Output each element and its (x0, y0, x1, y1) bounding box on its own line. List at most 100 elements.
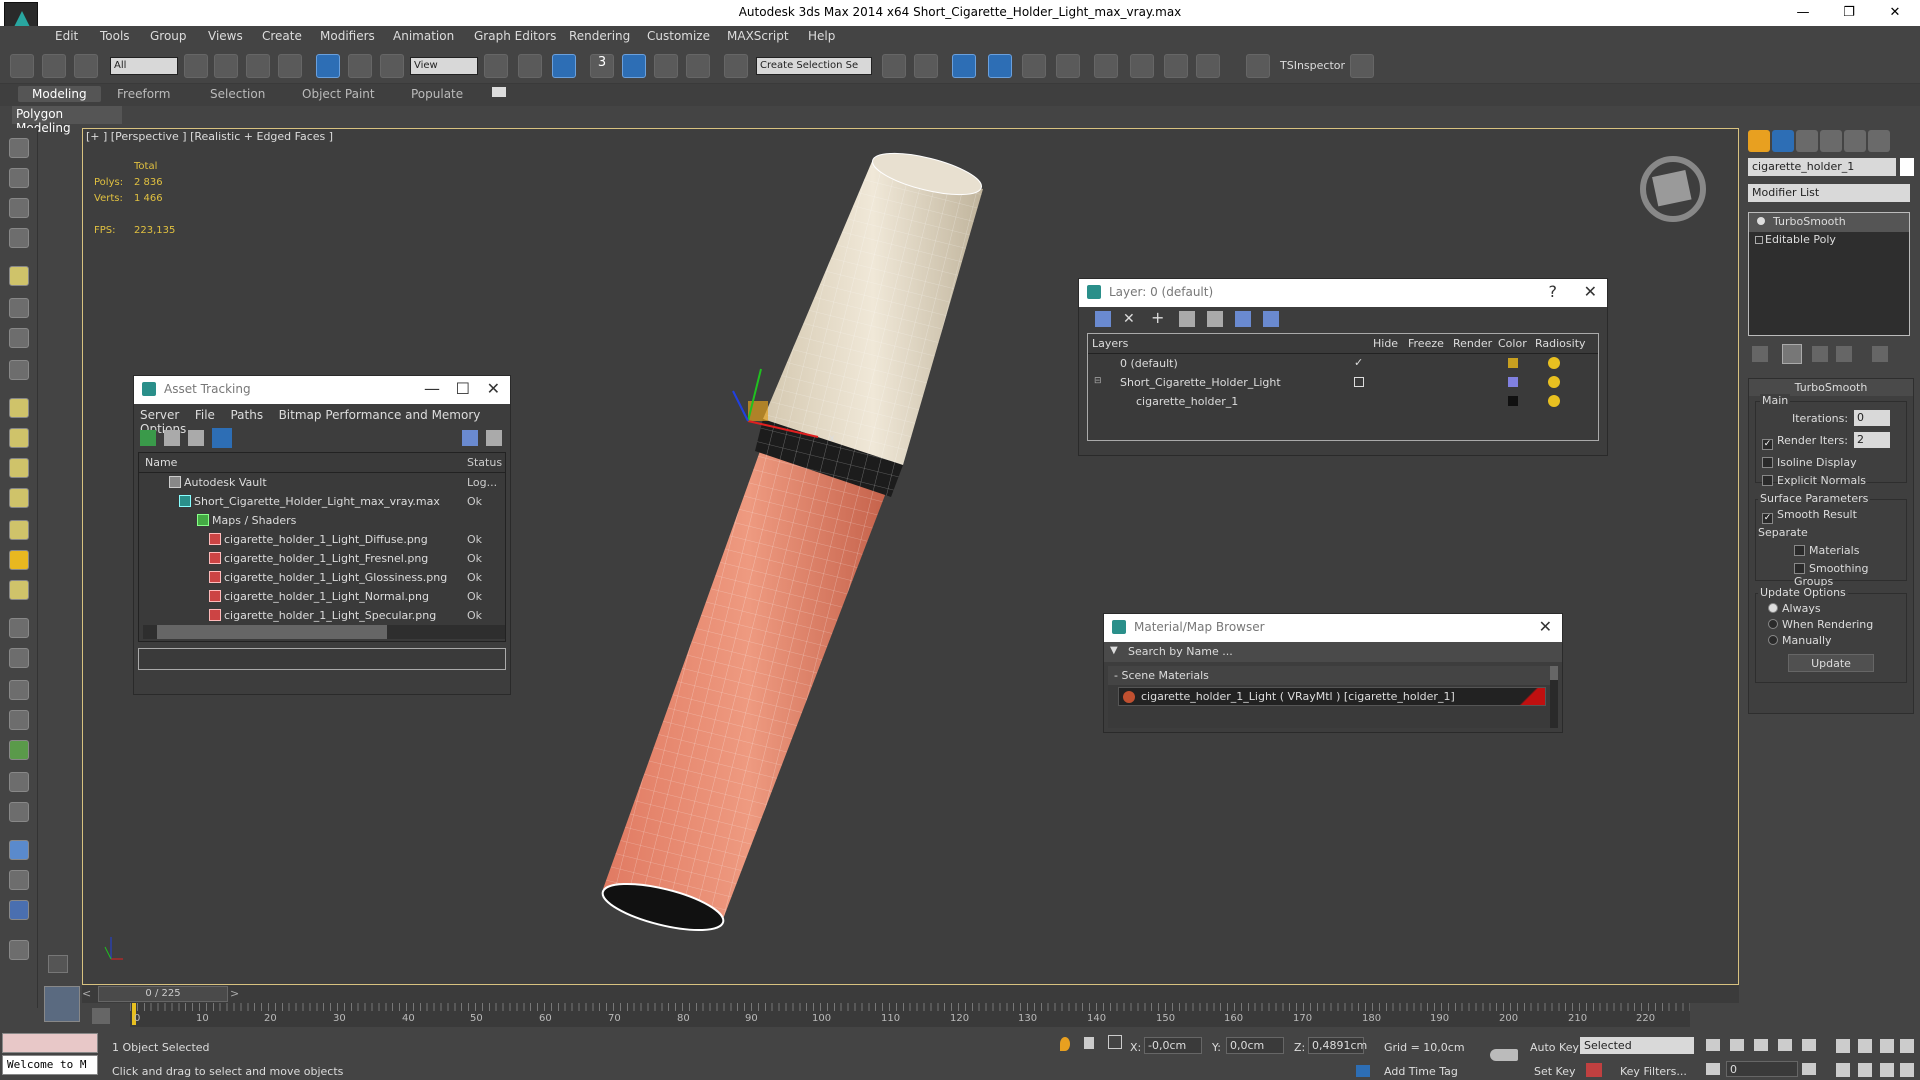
select-by-name-icon[interactable] (214, 54, 238, 78)
time-tag-icon[interactable] (1356, 1065, 1370, 1077)
object-color-swatch[interactable] (1900, 158, 1914, 176)
bind-spacewarp-icon[interactable] (74, 54, 98, 78)
sphere-icon[interactable] (9, 458, 29, 478)
hide-all-icon[interactable] (1235, 311, 1251, 327)
menu-help[interactable]: Help (808, 29, 835, 43)
object-name-field[interactable]: cigarette_holder_1 (1748, 158, 1896, 176)
search-options-icon[interactable]: ▼ (1110, 645, 1118, 656)
teapot-icon[interactable] (9, 138, 29, 158)
explicit-normals-checkbox[interactable]: Explicit Normals (1762, 474, 1866, 487)
sun-icon[interactable] (9, 550, 29, 570)
current-frame-field[interactable]: 0 (1726, 1061, 1798, 1077)
asset-tracking-titlebar[interactable]: Asset Tracking — ☐ ✕ (134, 376, 510, 404)
restore-button[interactable]: ❐ (1826, 2, 1872, 24)
modify-tab-icon[interactable] (1772, 130, 1794, 152)
pin-stack-icon[interactable] (1752, 346, 1768, 362)
tab-modeling[interactable]: Modeling (18, 86, 101, 102)
render-iters-checkbox[interactable]: ✓ Render Iters: (1762, 434, 1848, 450)
material-item[interactable]: cigarette_holder_1_Light ( VRayMtl ) [ci… (1118, 687, 1546, 706)
rect-selection-icon[interactable] (246, 54, 270, 78)
col-color[interactable]: Color (1498, 337, 1527, 350)
asset-path-field[interactable] (138, 648, 506, 670)
go-to-end-icon[interactable] (1802, 1039, 1816, 1051)
asset-menu-bitmap[interactable]: Bitmap Performance and Memory (279, 408, 481, 422)
col-hide[interactable]: Hide (1373, 337, 1398, 350)
auto-key-button[interactable]: Auto Key (1530, 1041, 1579, 1054)
add-to-layer-icon[interactable]: + (1151, 310, 1167, 327)
compound-icon[interactable] (9, 648, 29, 668)
particle-icon[interactable] (9, 618, 29, 638)
layer-color-swatch[interactable] (1508, 358, 1518, 368)
help-icon[interactable] (462, 430, 478, 446)
stack-item-turbosmooth[interactable]: TurboSmooth (1749, 213, 1909, 232)
viewcube-icon[interactable] (1640, 156, 1706, 222)
schematic-view-icon[interactable] (1056, 54, 1080, 78)
maxscript-listener-top[interactable] (2, 1033, 98, 1053)
radiosity-icon[interactable] (1548, 357, 1560, 369)
hair-icon[interactable] (9, 772, 29, 792)
grid-icon[interactable] (9, 228, 29, 248)
material-scrollbar[interactable] (1550, 666, 1558, 728)
asset-row[interactable]: cigarette_holder_1_Light_Glossiness.png O… (139, 568, 505, 587)
utility-icon[interactable] (9, 870, 29, 890)
tab-object-paint[interactable]: Object Paint (302, 87, 375, 101)
expand-box-icon[interactable] (1755, 236, 1763, 244)
modifier-list-dropdown[interactable]: Modifier List (1748, 184, 1910, 202)
layer-color-swatch[interactable] (1508, 396, 1518, 406)
asset-menu-file[interactable]: File (195, 408, 215, 422)
layer-color-swatch[interactable] (1508, 377, 1518, 387)
render-sphere-icon[interactable] (9, 840, 29, 860)
shape-icon[interactable] (9, 680, 29, 700)
col-layers[interactable]: Layers (1092, 337, 1128, 350)
menu-maxscript[interactable]: MAXScript (727, 29, 789, 43)
graphite-icon[interactable] (9, 168, 29, 188)
active-check-icon[interactable]: ✓ (1354, 356, 1363, 369)
material-search-input[interactable]: Search by Name ... (1128, 645, 1233, 658)
keyboard-shortcut-icon[interactable] (552, 54, 576, 78)
hierarchy-tab-icon[interactable] (1796, 130, 1818, 152)
utilities-tab-icon[interactable] (1868, 130, 1890, 152)
materials-checkbox[interactable]: Materials (1794, 544, 1859, 557)
field-of-view-icon[interactable] (1836, 1063, 1850, 1077)
selection-filter-dropdown[interactable]: All (110, 57, 178, 75)
camera-icon[interactable] (9, 298, 29, 318)
time-slider-thumb[interactable]: 0 / 225 (98, 986, 228, 1002)
list-view-icon[interactable] (164, 430, 180, 446)
select-object-icon[interactable] (184, 54, 208, 78)
make-unique-icon[interactable] (1812, 346, 1828, 362)
tab-freeform[interactable]: Freeform (117, 87, 170, 101)
absolute-mode-icon[interactable] (1108, 1035, 1122, 1049)
box-icon[interactable] (9, 398, 29, 418)
maximize-viewport-icon[interactable] (1900, 1063, 1914, 1077)
named-selection-dropdown[interactable]: Create Selection Se (756, 57, 872, 75)
asset-close-button[interactable]: ✕ (487, 379, 500, 398)
angle-snap-icon[interactable] (622, 54, 646, 78)
gear-icon[interactable] (9, 710, 29, 730)
highlight-layer-icon[interactable] (1207, 311, 1223, 327)
render-production-icon[interactable] (1196, 54, 1220, 78)
material-browser-close-button[interactable]: ✕ (1539, 617, 1552, 636)
settings-icon[interactable] (486, 430, 502, 446)
layer-manager-icon[interactable] (952, 54, 976, 78)
spinner-snap-icon[interactable] (686, 54, 710, 78)
display-tab-icon[interactable] (1844, 130, 1866, 152)
dome-icon[interactable] (9, 428, 29, 448)
zoom-extents-icon[interactable] (1880, 1039, 1894, 1053)
freeze-all-icon[interactable] (1263, 311, 1279, 327)
asset-row[interactable]: Short_Cigarette_Holder_Light_max_vray.ma… (139, 492, 505, 511)
percent-snap-icon[interactable] (654, 54, 678, 78)
update-button[interactable]: Update (1788, 654, 1874, 672)
cigarette-holder-model[interactable] (598, 145, 985, 940)
col-radiosity[interactable]: Radiosity (1535, 337, 1586, 350)
viewport-label[interactable]: [+ ] [Perspective ] [Realistic + Edged F… (86, 130, 333, 143)
manipulate-icon[interactable] (518, 54, 542, 78)
list-icon[interactable] (9, 198, 29, 218)
col-name-header[interactable]: Name (145, 456, 177, 469)
mirror-icon[interactable] (882, 54, 906, 78)
light-icon[interactable] (9, 266, 29, 286)
when-rendering-radio[interactable]: When Rendering (1768, 618, 1873, 631)
menu-modifiers[interactable]: Modifiers (320, 29, 375, 43)
render-setup-icon[interactable] (1130, 54, 1154, 78)
col-render[interactable]: Render (1453, 337, 1492, 350)
always-radio[interactable]: Always (1768, 602, 1821, 615)
